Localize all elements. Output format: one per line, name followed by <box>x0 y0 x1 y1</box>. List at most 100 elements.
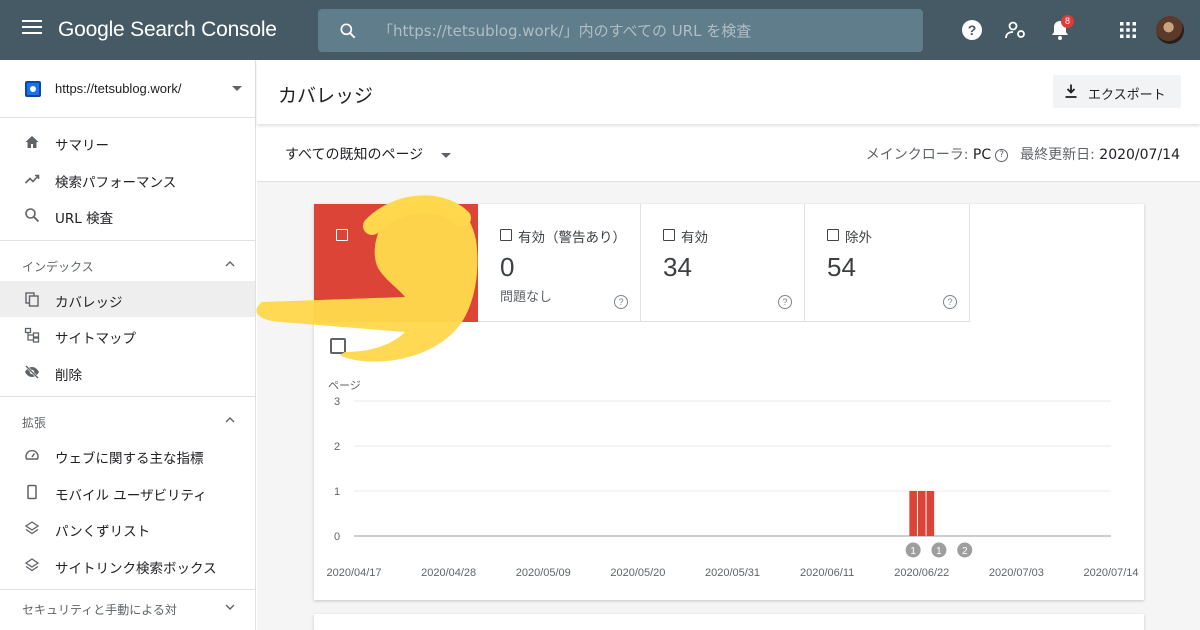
x-tick-label: 2020/05/20 <box>610 567 665 579</box>
sidebar-item-summary[interactable]: サマリー <box>0 124 255 161</box>
filter-bar: すべての既知のページ メインクローラ: PC? 最終更新日: 2020/07/14 <box>257 124 1200 182</box>
sidebar-item-removals[interactable]: 削除 <box>0 354 255 391</box>
help-circle-icon[interactable]: ? <box>778 295 792 309</box>
chevron-down-icon <box>225 604 235 610</box>
help-circle-icon[interactable]: ? <box>943 295 957 309</box>
page-filter-dropdown[interactable]: すべての既知のページ <box>285 144 452 164</box>
y-tick-label: 3 <box>334 396 340 408</box>
crawler-label: メインクローラ: <box>865 147 969 163</box>
sidebar-item-label: パンくずリスト <box>55 524 151 540</box>
section-enhancements[interactable]: 拡張 <box>0 403 255 437</box>
manage-users-icon[interactable] <box>1004 18 1028 42</box>
page-header: カバレッジ エクスポート <box>257 60 1200 124</box>
x-tick-label: 2020/04/17 <box>326 567 381 579</box>
filter-value: すべての既知のページ <box>285 147 424 163</box>
coverage-chart: ページ 0 1 2 3 2020/04/17 2020/04/28 2020/05/09 202… <box>326 380 1138 579</box>
home-icon <box>25 136 39 148</box>
tile-valid[interactable]: 有効 34 ? <box>641 204 805 322</box>
tile-valid-with-warnings[interactable]: 有効（警告あり） 0 問題なし ? <box>478 204 641 322</box>
annotation-label: 1 <box>936 546 942 557</box>
help-icon[interactable]: ? <box>960 18 984 42</box>
sidebar-item-label: 削除 <box>55 367 82 384</box>
x-tick-label: 2020/05/31 <box>705 567 760 579</box>
y-tick-label: 2 <box>334 441 340 453</box>
export-label: エクスポート <box>1088 88 1166 103</box>
crawler-value: PC <box>972 147 992 163</box>
property-url: https://tetsublog.work/ <box>55 81 182 96</box>
tile-checkbox[interactable] <box>500 229 512 241</box>
sidebar-item-label: 検索パフォーマンス <box>55 174 177 191</box>
sidebar-item-coverage[interactable]: カバレッジ <box>0 280 255 317</box>
phone-icon <box>27 484 37 499</box>
site-favicon-icon <box>25 81 41 97</box>
chart-bar <box>917 491 926 536</box>
sidebar-item-label: モバイル ユーザビリティ <box>55 487 207 504</box>
help-circle-icon[interactable]: ? <box>614 295 628 309</box>
show-impressions-checkbox[interactable] <box>330 338 346 354</box>
layers-icon <box>24 557 40 571</box>
annotation-label: 2 <box>962 546 968 557</box>
search-icon[interactable] <box>338 21 358 41</box>
tile-value: 0 <box>500 252 515 282</box>
updated-label: 最終更新日: <box>1020 147 1095 163</box>
enhancements-nav: 拡張 ウェブに関する主な指標 モバイル ユーザビリティ パンくずリスト サイトリ… <box>0 397 255 590</box>
sidebar-item-label: サマリー <box>55 138 109 154</box>
x-tick-label: 2020/06/22 <box>894 567 949 579</box>
url-inspect-input[interactable] <box>378 9 908 52</box>
trending-icon <box>24 174 40 184</box>
index-nav: インデックス カバレッジ サイトマップ 削除 <box>0 241 255 397</box>
eye-off-icon <box>25 364 39 379</box>
sidebar-item-sitemaps[interactable]: サイトマップ <box>0 317 255 354</box>
section-label: 拡張 <box>22 416 47 430</box>
sidebar-item-breadcrumbs[interactable]: パンくずリスト <box>0 510 255 547</box>
tile-excluded[interactable]: 除外 54 ? <box>805 204 970 322</box>
x-tick-label: 2020/05/09 <box>516 567 571 579</box>
sidebar: https://tetsublog.work/ サマリー 検索パフォーマンス U… <box>0 60 256 630</box>
search-icon <box>25 208 40 223</box>
help-circle-icon[interactable]: ? <box>995 148 1009 162</box>
chevron-down-icon <box>232 86 242 91</box>
tile-value: 34 <box>663 252 692 282</box>
chevron-up-icon <box>225 417 235 423</box>
sidebar-item-core-web-vitals[interactable]: ウェブに関する主な指標 <box>0 437 255 474</box>
tile-label: 有効 <box>681 230 708 246</box>
top-app-bar: Google Search Console ? 8 <box>0 0 1200 60</box>
y-tick-label: 1 <box>334 486 340 498</box>
tile-checkbox[interactable] <box>827 229 839 241</box>
y-axis-label: ページ <box>328 380 361 392</box>
sidebar-item-label: ウェブに関する主な指標 <box>55 451 204 467</box>
y-tick-label: 0 <box>334 531 340 543</box>
sidebar-item-mobile-usability[interactable]: モバイル ユーザビリティ <box>0 474 255 511</box>
menu-icon[interactable] <box>22 20 42 40</box>
section-index[interactable]: インデックス <box>0 247 255 281</box>
svg-text:?: ? <box>968 22 977 38</box>
sidebar-item-url-inspection[interactable]: URL 検査 <box>0 197 255 234</box>
account-avatar[interactable] <box>1156 16 1184 44</box>
export-button[interactable]: エクスポート <box>1053 75 1181 108</box>
apps-grid-icon[interactable] <box>1116 18 1140 42</box>
x-tick-label: 2020/06/11 <box>800 567 854 579</box>
tile-error[interactable] <box>314 204 478 322</box>
sidebar-item-performance[interactable]: 検索パフォーマンス <box>0 161 255 198</box>
sidebar-item-sitelinks-searchbox[interactable]: サイトリンク検索ボックス <box>0 547 255 584</box>
chart-bar <box>926 491 935 536</box>
coverage-card: 有効（警告あり） 0 問題なし ? 有効 34 ? 除外 54 ? ページ 0 1 2… <box>314 204 1144 600</box>
copy-icon <box>25 291 39 307</box>
details-card <box>314 614 1144 630</box>
tile-checkbox[interactable] <box>336 229 348 241</box>
property-selector[interactable]: https://tetsublog.work/ <box>0 60 255 118</box>
sidebar-item-label: URL 検査 <box>55 211 114 227</box>
tile-value: 54 <box>827 252 856 282</box>
section-security[interactable]: セキュリティと手動による対 <box>0 590 255 624</box>
updated-value: 2020/07/14 <box>1099 147 1180 163</box>
crawl-meta: メインクローラ: PC? 最終更新日: 2020/07/14 <box>866 144 1180 164</box>
dropdown-caret-icon <box>441 152 452 158</box>
sidebar-item-label: サイトリンク検索ボックス <box>55 560 217 577</box>
download-icon <box>1065 84 1077 98</box>
chart-bar <box>909 491 917 536</box>
annotation-label: 1 <box>910 546 916 557</box>
app-brand[interactable]: Google Search Console <box>58 18 277 42</box>
x-tick-label: 2020/07/03 <box>989 567 1044 579</box>
tile-checkbox[interactable] <box>663 229 675 241</box>
section-label: インデックス <box>22 259 94 274</box>
